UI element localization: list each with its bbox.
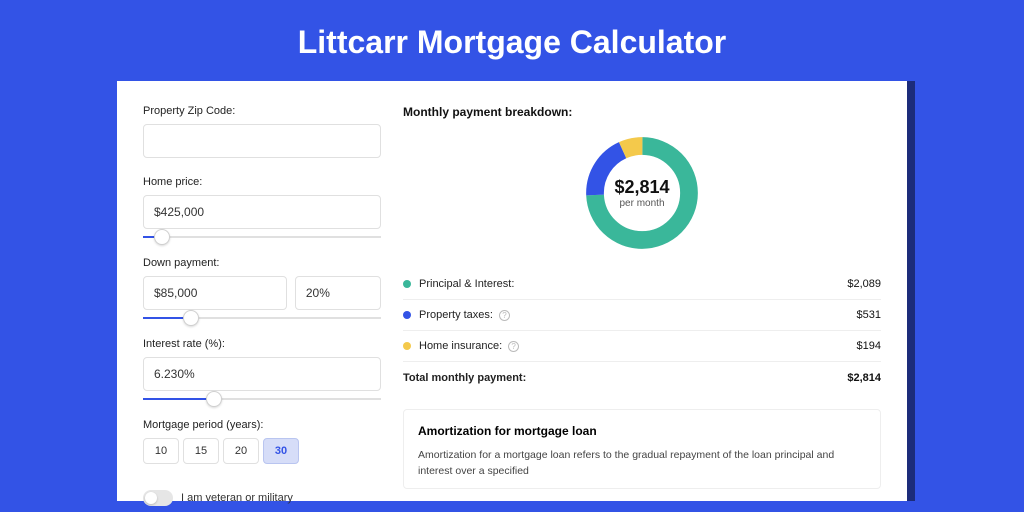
- period-option-20[interactable]: 20: [223, 438, 259, 464]
- breakdown-row: Principal & Interest:$2,089: [403, 269, 881, 300]
- down-payment-slider[interactable]: [143, 314, 381, 326]
- period-option-10[interactable]: 10: [143, 438, 179, 464]
- info-icon[interactable]: ?: [499, 310, 510, 321]
- veteran-toggle-label: I am veteran or military: [181, 492, 293, 504]
- down-payment-label: Down payment:: [143, 257, 381, 269]
- home-price-input[interactable]: [143, 195, 381, 229]
- breakdown-value: $2,089: [847, 278, 881, 290]
- amortization-section: Amortization for mortgage loan Amortizat…: [403, 409, 881, 489]
- inputs-column: Property Zip Code: Home price: Down paym…: [143, 105, 381, 477]
- period-button-group: 10152030: [143, 438, 381, 464]
- breakdown-label: Principal & Interest:: [419, 278, 847, 290]
- home-price-slider[interactable]: [143, 233, 381, 245]
- breakdown-total-row: Total monthly payment: $2,814: [403, 362, 881, 393]
- legend-swatch: [403, 311, 411, 319]
- donut-sublabel: per month: [614, 198, 669, 209]
- down-payment-amount-input[interactable]: [143, 276, 287, 310]
- breakdown-row: Property taxes:?$531: [403, 300, 881, 331]
- interest-rate-input[interactable]: [143, 357, 381, 391]
- down-payment-percent-input[interactable]: [295, 276, 381, 310]
- amortization-text: Amortization for a mortgage loan refers …: [418, 448, 866, 480]
- breakdown-value: $194: [857, 340, 881, 352]
- breakdown-title: Monthly payment breakdown:: [403, 105, 881, 119]
- results-column: Monthly payment breakdown: $2,814 per mo…: [403, 105, 881, 477]
- info-icon[interactable]: ?: [508, 341, 519, 352]
- payment-donut-chart: $2,814 per month: [403, 131, 881, 255]
- zip-label: Property Zip Code:: [143, 105, 381, 117]
- amortization-title: Amortization for mortgage loan: [418, 424, 866, 438]
- home-price-label: Home price:: [143, 176, 381, 188]
- breakdown-value: $531: [857, 309, 881, 321]
- legend-swatch: [403, 280, 411, 288]
- interest-rate-label: Interest rate (%):: [143, 338, 381, 350]
- legend-swatch: [403, 342, 411, 350]
- total-value: $2,814: [847, 372, 881, 384]
- interest-rate-slider[interactable]: [143, 395, 381, 407]
- breakdown-row: Home insurance:?$194: [403, 331, 881, 362]
- donut-amount: $2,814: [614, 177, 669, 198]
- breakdown-label: Home insurance:?: [419, 340, 857, 352]
- breakdown-label: Property taxes:?: [419, 309, 857, 321]
- veteran-toggle[interactable]: [143, 490, 173, 506]
- zip-input[interactable]: [143, 124, 381, 158]
- period-option-15[interactable]: 15: [183, 438, 219, 464]
- calculator-card: Property Zip Code: Home price: Down paym…: [117, 81, 907, 501]
- period-label: Mortgage period (years):: [143, 419, 381, 431]
- total-label: Total monthly payment:: [403, 372, 847, 384]
- period-option-30[interactable]: 30: [263, 438, 299, 464]
- page-title: Littcarr Mortgage Calculator: [0, 0, 1024, 81]
